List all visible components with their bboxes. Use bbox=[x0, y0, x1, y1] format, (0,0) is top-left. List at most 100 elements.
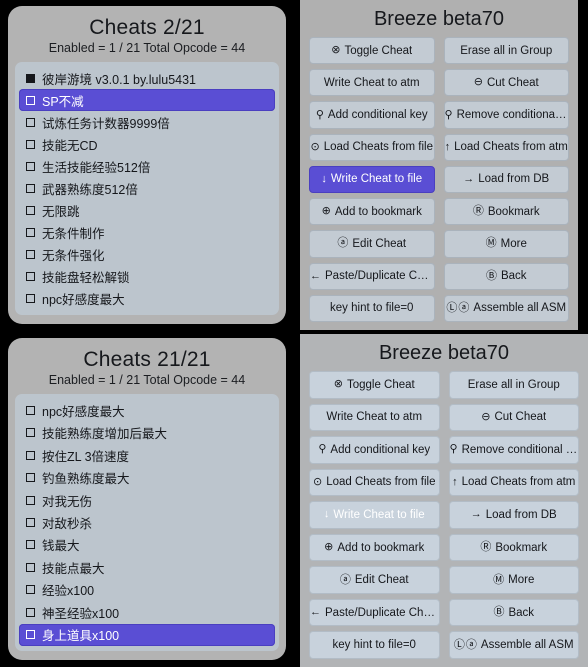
button-label: Remove conditional key bbox=[456, 109, 568, 122]
action-button-edit-cheat[interactable]: ⓐ Edit Cheat bbox=[309, 566, 440, 594]
cheat-list-item[interactable]: 生活技能经验512倍 bbox=[19, 155, 275, 177]
action-button-remove-conditional-key[interactable]: ⚲ Remove conditional key bbox=[448, 436, 579, 464]
button-label: More bbox=[508, 574, 535, 587]
cheat-list-item[interactable]: 对敌秒杀 bbox=[19, 511, 275, 533]
action-button-load-cheats-from-file[interactable]: ⊙ Load Cheats from file bbox=[309, 468, 440, 497]
action-button-more[interactable]: Ⓜ More bbox=[443, 230, 569, 258]
action-button-erase-all-in-group[interactable]: Erase all in Group bbox=[443, 37, 569, 65]
cheat-list-item[interactable]: 技能盘轻松解锁 bbox=[19, 266, 275, 288]
checkbox-icon[interactable] bbox=[26, 450, 35, 460]
action-button-key-hint-to-file-0[interactable]: key hint to file=0 bbox=[309, 294, 435, 322]
cheat-list-item[interactable]: 无条件制作 bbox=[19, 222, 275, 244]
checkbox-icon[interactable] bbox=[26, 405, 35, 415]
checkbox-icon[interactable] bbox=[26, 517, 35, 527]
checkbox-icon[interactable] bbox=[26, 495, 35, 505]
cheat-list-item[interactable]: 身上道具x100 bbox=[19, 623, 275, 646]
breeze-panel-body: Breeze beta70 ⊗ Toggle Cheat Erase all in … bbox=[300, 0, 578, 330]
action-button-add-conditional-key[interactable]: ⚲ Add conditional key bbox=[309, 436, 440, 464]
checkbox-icon[interactable] bbox=[26, 585, 35, 595]
arrow-right-icon: → bbox=[463, 172, 475, 185]
checkbox-icon[interactable] bbox=[26, 473, 35, 483]
action-button-bookmark[interactable]: Ⓡ Bookmark bbox=[443, 198, 569, 226]
checkbox-icon[interactable] bbox=[26, 562, 35, 572]
cheat-list-item[interactable]: 技能点最大 bbox=[19, 556, 275, 578]
action-button-toggle-cheat[interactable]: ⊗ Toggle Cheat bbox=[309, 37, 435, 65]
action-button-cut-cheat[interactable]: ⊖ Cut Cheat bbox=[443, 69, 569, 97]
checkbox-icon[interactable] bbox=[26, 161, 35, 171]
group-marker-icon[interactable] bbox=[26, 73, 35, 83]
checkbox-icon[interactable] bbox=[26, 294, 35, 304]
cheat-list-item[interactable]: npc好感度最大 bbox=[19, 288, 275, 310]
action-button-paste-duplicate-cheat[interactable]: ← Paste/Duplicate Cheat bbox=[309, 262, 435, 290]
action-button-write-cheat-to-file[interactable]: ↓ Write Cheat to file bbox=[309, 165, 435, 194]
cheat-list-item[interactable]: 无限跳 bbox=[19, 200, 275, 222]
action-button-assemble-all-asm[interactable]: Ⓛⓐ Assemble all ASM bbox=[443, 294, 569, 322]
checkbox-icon[interactable] bbox=[26, 250, 35, 260]
action-button-grid: ⊗ Toggle Cheat Erase all in Group Write Che… bbox=[309, 37, 569, 322]
checkbox-icon[interactable] bbox=[26, 630, 35, 640]
cheat-label: 技能盘轻松解锁 bbox=[42, 271, 130, 286]
cheat-list[interactable]: 彼岸游境 v3.0.1 by.lulu5431 SP不减 试炼任务计数器9999倍技… bbox=[15, 62, 279, 315]
action-button-toggle-cheat[interactable]: ⊗ Toggle Cheat bbox=[309, 371, 440, 399]
checkbox-icon[interactable] bbox=[26, 117, 35, 127]
checkbox-icon[interactable] bbox=[26, 607, 35, 617]
action-button-load-cheats-from-file[interactable]: ⊙ Load Cheats from file bbox=[309, 133, 435, 161]
action-button-remove-conditional-key[interactable]: ⚲ Remove conditional key bbox=[443, 101, 569, 129]
app-title: Breeze beta70 bbox=[373, 8, 505, 30]
cheat-list-item[interactable]: 钓鱼熟练度最大 bbox=[19, 466, 275, 488]
checkbox-icon[interactable] bbox=[26, 184, 35, 194]
checkbox-icon[interactable] bbox=[26, 206, 35, 216]
action-button-load-cheats-from-atm[interactable]: ↑ Load Cheats from atm bbox=[443, 133, 569, 161]
cheat-list-item[interactable]: SP不减 bbox=[19, 89, 275, 112]
action-button-add-conditional-key[interactable]: ⚲ Add conditional key bbox=[309, 101, 435, 129]
action-button-back[interactable]: Ⓑ Back bbox=[448, 598, 579, 627]
action-button-load-from-db[interactable]: → Load from DB bbox=[448, 501, 579, 529]
action-button-load-cheats-from-atm[interactable]: ↑ Load Cheats from atm bbox=[448, 468, 579, 497]
checkbox-icon[interactable] bbox=[26, 540, 35, 550]
cheat-list-item[interactable]: 经验x100 bbox=[19, 579, 275, 601]
action-button-assemble-all-asm[interactable]: Ⓛⓐ Assemble all ASM bbox=[448, 631, 579, 659]
action-button-paste-duplicate-cheat[interactable]: ← Paste/Duplicate Cheat bbox=[309, 598, 440, 627]
cheat-list-item[interactable]: 武器熟练度512倍 bbox=[19, 177, 275, 199]
cheat-list-item[interactable]: 按住ZL 3倍速度 bbox=[19, 444, 275, 466]
action-button-load-from-db[interactable]: → Load from DB bbox=[443, 165, 569, 194]
button-label: Add to bookmark bbox=[334, 205, 422, 218]
button-label: More bbox=[500, 237, 527, 250]
cheat-list-item[interactable]: 技能熟练度增加后最大 bbox=[19, 421, 275, 443]
action-button-add-to-bookmark[interactable]: ⊕ Add to bookmark bbox=[309, 198, 435, 226]
action-button-grid: ⊗ Toggle Cheat Erase all in Group Write Che… bbox=[309, 371, 579, 659]
checkbox-icon[interactable] bbox=[26, 95, 35, 105]
cheat-list-item[interactable]: npc好感度最大 bbox=[19, 399, 275, 421]
action-button-more[interactable]: Ⓜ More bbox=[448, 566, 579, 594]
cheat-label: 技能点最大 bbox=[42, 561, 105, 576]
letter-l-a-icon: Ⓛⓐ bbox=[453, 638, 478, 651]
button-label: Erase all in Group bbox=[467, 378, 560, 391]
checkbox-icon[interactable] bbox=[26, 272, 35, 282]
action-button-add-to-bookmark[interactable]: ⊕ Add to bookmark bbox=[309, 533, 440, 562]
action-button-edit-cheat[interactable]: ⓐ Edit Cheat bbox=[309, 230, 435, 258]
action-button-bookmark[interactable]: Ⓡ Bookmark bbox=[448, 533, 579, 562]
cheat-list[interactable]: npc好感度最大 技能熟练度增加后最大 按住ZL 3倍速度 钓鱼熟练度最大 对我无伤 对敌… bbox=[15, 394, 279, 651]
arrow-up-icon: ↑ bbox=[452, 475, 458, 488]
cheat-list-item[interactable]: 神圣经验x100 bbox=[19, 601, 275, 623]
action-button-back[interactable]: Ⓑ Back bbox=[443, 262, 569, 290]
action-button-write-cheat-to-atm[interactable]: Write Cheat to atm bbox=[309, 403, 440, 432]
action-button-write-cheat-to-file[interactable]: ↓ Write Cheat to file bbox=[309, 501, 440, 529]
action-button-key-hint-to-file-0[interactable]: key hint to file=0 bbox=[309, 631, 440, 659]
checkbox-icon[interactable] bbox=[26, 139, 35, 149]
breeze-panel-top: Breeze beta70 ⊗ Toggle Cheat Erase all in … bbox=[300, 0, 578, 330]
action-button-erase-all-in-group[interactable]: Erase all in Group bbox=[448, 371, 579, 399]
checkbox-icon[interactable] bbox=[26, 428, 35, 438]
cheat-list-item[interactable]: 试炼任务计数器9999倍 bbox=[19, 111, 275, 133]
action-button-write-cheat-to-atm[interactable]: Write Cheat to atm bbox=[309, 69, 435, 97]
cheat-list-item[interactable]: 无条件强化 bbox=[19, 244, 275, 266]
cheat-label: 钱最大 bbox=[42, 539, 80, 554]
cheat-list-item[interactable]: 技能无CD bbox=[19, 133, 275, 155]
key-icon: ⚲ bbox=[318, 443, 327, 456]
cheat-list-item[interactable]: 钱最大 bbox=[19, 534, 275, 556]
cheat-list-item[interactable]: 对我无伤 bbox=[19, 489, 275, 511]
checkbox-icon[interactable] bbox=[26, 228, 35, 238]
cheat-group-row[interactable]: 彼岸游境 v3.0.1 by.lulu5431 bbox=[19, 67, 275, 89]
button-label: Add to bookmark bbox=[337, 541, 425, 554]
action-button-cut-cheat[interactable]: ⊖ Cut Cheat bbox=[448, 403, 579, 432]
